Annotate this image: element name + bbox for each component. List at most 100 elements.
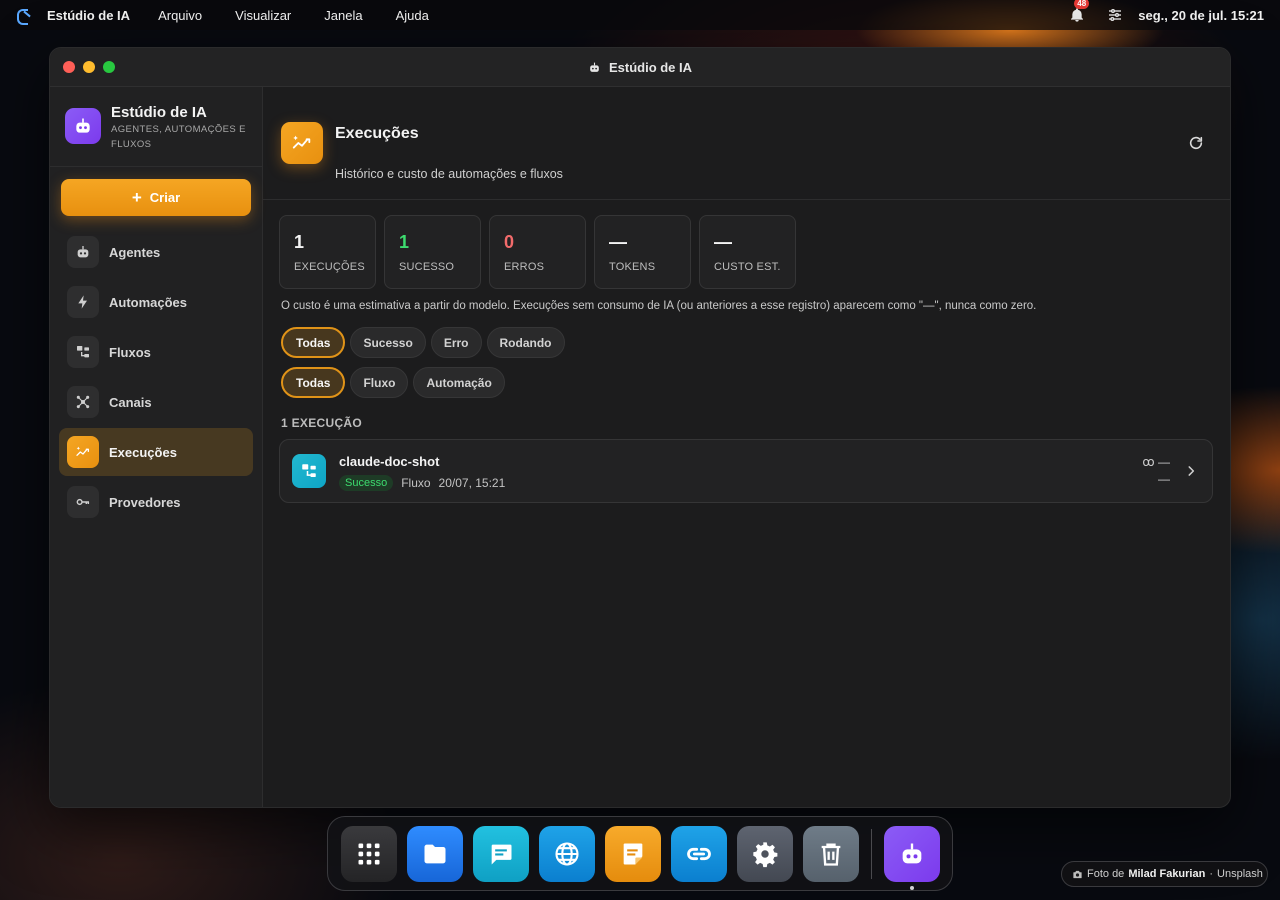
files-icon[interactable] xyxy=(407,825,463,882)
page-header: Execuções Histórico e custo de automaçõe… xyxy=(263,87,1230,200)
stat-label: SUCESSO xyxy=(399,261,455,273)
stat-card-cost: — CUSTO EST. xyxy=(699,215,796,289)
credit-prefix: Foto de xyxy=(1087,868,1125,880)
executions-sparkline-icon xyxy=(281,122,323,164)
maximize-window-button[interactable] xyxy=(103,61,115,73)
sidebar-item-fluxos[interactable]: Fluxos xyxy=(59,328,253,376)
close-window-button[interactable] xyxy=(63,61,75,73)
robot-icon xyxy=(67,236,99,268)
execution-cost: — xyxy=(1158,472,1170,486)
menu-bar: Estúdio de IA Arquivo Visualizar Janela … xyxy=(0,0,1280,30)
stat-value: 0 xyxy=(504,232,515,252)
apps-grid-icon[interactable] xyxy=(341,825,397,882)
stat-card-errors: 0 ERROS xyxy=(489,215,586,289)
system-logo-icon[interactable] xyxy=(17,7,33,25)
filter-type-fluxo[interactable]: Fluxo xyxy=(350,367,409,398)
credit-source[interactable]: Unsplash xyxy=(1217,868,1263,880)
sidebar-nav: Agentes Automações Fluxos Canais Execuçõ… xyxy=(50,228,262,526)
brand-subtitle: AGENTES, AUTOMAÇÕES E FLUXOS xyxy=(111,124,246,150)
stat-label: EXECUÇÕES xyxy=(294,261,365,273)
sidebar-item-execucoes[interactable]: Execuções xyxy=(59,428,253,476)
stats-row: 1 EXECUÇÕES 1 SUCESSO 0 ERROS — TOKENS —… xyxy=(279,215,1230,289)
type-filters: Todas Fluxo Automação xyxy=(281,367,1230,398)
messages-icon[interactable] xyxy=(473,825,529,882)
sidebar-item-agentes[interactable]: Agentes xyxy=(59,228,253,276)
chevron-right-icon[interactable] xyxy=(1184,464,1198,478)
dock xyxy=(327,816,953,891)
filter-status-todas[interactable]: Todas xyxy=(281,327,346,358)
page-title: Execuções xyxy=(335,125,419,142)
trash-icon[interactable] xyxy=(803,825,859,882)
menu-ajuda[interactable]: Ajuda xyxy=(396,8,429,23)
brand-name: Estúdio de IA xyxy=(111,104,207,121)
window-titlebar[interactable]: Estúdio de IA xyxy=(50,48,1230,87)
main-content: Execuções Histórico e custo de automaçõe… xyxy=(263,87,1230,807)
execution-time: 20/07, 15:21 xyxy=(438,476,506,490)
credit-separator: · xyxy=(1209,868,1214,880)
sidebar-item-provedores[interactable]: Provedores xyxy=(59,478,253,526)
stat-card-success: 1 SUCESSO xyxy=(384,215,481,289)
links-icon[interactable] xyxy=(671,825,727,882)
menu-visualizar[interactable]: Visualizar xyxy=(235,8,291,23)
notes-icon[interactable] xyxy=(605,825,661,882)
create-button[interactable]: + Criar xyxy=(61,179,251,216)
control-center-icon[interactable] xyxy=(1107,7,1123,23)
execution-row[interactable]: claude-doc-shot Sucesso Fluxo 20/07, 15:… xyxy=(279,439,1213,503)
sidebar: Estúdio de IA AGENTES, AUTOMAÇÕES E FLUX… xyxy=(50,87,263,807)
stat-value: — xyxy=(714,232,732,252)
sidebar-item-automacoes[interactable]: Automações xyxy=(59,278,253,326)
tokens-icon: ꝏ xyxy=(1142,455,1155,469)
settings-icon[interactable] xyxy=(737,825,793,882)
sidebar-item-canais[interactable]: Canais xyxy=(59,378,253,426)
stat-label: TOKENS xyxy=(609,261,656,273)
execution-tokens: — xyxy=(1158,455,1170,469)
sidebar-brand: Estúdio de IA AGENTES, AUTOMAÇÕES E FLUX… xyxy=(50,87,262,167)
menubar-clock[interactable]: seg., 20 de jul. 15:21 xyxy=(1138,8,1264,23)
minimize-window-button[interactable] xyxy=(83,61,95,73)
hub-icon xyxy=(67,386,99,418)
flow-icon xyxy=(67,336,99,368)
refresh-icon[interactable] xyxy=(1188,135,1204,151)
filter-status-erro[interactable]: Erro xyxy=(430,327,482,358)
stat-value: 1 xyxy=(399,232,410,252)
filter-status-sucesso[interactable]: Sucesso xyxy=(350,327,426,358)
sidebar-item-label: Canais xyxy=(109,394,152,410)
wallpaper-credit[interactable]: Foto de Milad Fakurian · Unsplash xyxy=(1061,861,1268,887)
credit-author[interactable]: Milad Fakurian xyxy=(1128,868,1205,880)
menu-janela[interactable]: Janela xyxy=(324,8,362,23)
menu-arquivo[interactable]: Arquivo xyxy=(158,8,202,23)
create-button-label: Criar xyxy=(149,190,181,205)
notifications-bell-icon[interactable]: 48 xyxy=(1069,0,1090,23)
sidebar-item-label: Automações xyxy=(109,294,188,310)
status-badge: Sucesso xyxy=(339,475,394,491)
camera-icon xyxy=(1073,870,1082,878)
browser-icon[interactable] xyxy=(539,825,595,882)
ai-studio-icon[interactable] xyxy=(884,825,940,890)
plus-icon: + xyxy=(131,188,142,207)
notification-count-badge: 48 xyxy=(1074,0,1090,9)
menubar-app-name[interactable]: Estúdio de IA xyxy=(47,8,130,23)
cost-note: O custo é uma estimativa a partir do mod… xyxy=(281,300,1037,312)
stat-label: CUSTO EST. xyxy=(714,261,781,273)
executions-count-label: 1 EXECUÇÃO xyxy=(281,416,363,430)
brand-robot-icon xyxy=(65,108,101,144)
execution-usage: ꝏ — — xyxy=(1142,454,1170,488)
filter-status-rodando[interactable]: Rodando xyxy=(486,327,565,358)
sidebar-item-label: Execuções xyxy=(109,444,177,460)
filter-type-todas[interactable]: Todas xyxy=(281,367,346,398)
stat-card-tokens: — TOKENS xyxy=(594,215,691,289)
status-filters: Todas Sucesso Erro Rodando xyxy=(281,327,1230,358)
execution-meta: Sucesso Fluxo 20/07, 15:21 xyxy=(339,475,505,491)
filter-type-automacao[interactable]: Automação xyxy=(413,367,505,398)
execution-type: Fluxo xyxy=(401,476,431,490)
running-indicator xyxy=(910,885,914,890)
stat-value: 1 xyxy=(294,232,305,252)
flow-icon xyxy=(292,454,326,488)
key-icon xyxy=(67,486,99,518)
app-window: Estúdio de IA Estúdio de IA AGENTES, AUT… xyxy=(49,47,1231,808)
stat-label: ERROS xyxy=(504,261,545,273)
dock-separator xyxy=(871,828,872,879)
sidebar-item-label: Fluxos xyxy=(109,344,151,360)
sidebar-item-label: Agentes xyxy=(109,244,161,260)
stat-value: — xyxy=(609,232,627,252)
